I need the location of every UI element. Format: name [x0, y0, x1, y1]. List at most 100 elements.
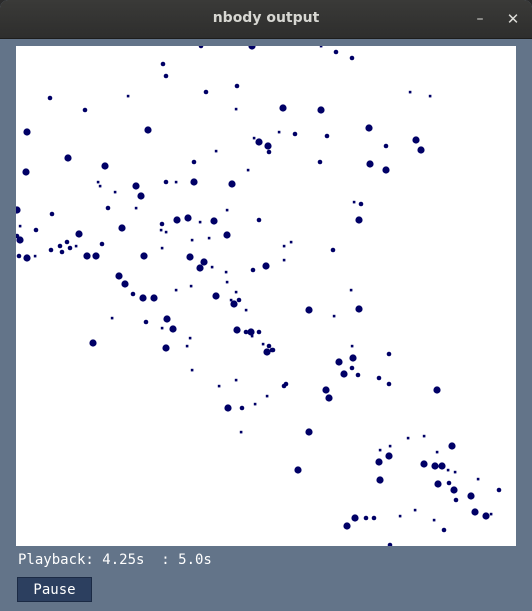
body-particle: [263, 348, 271, 356]
body-particle: [239, 405, 245, 411]
body-particle: [23, 128, 31, 136]
body-particle: [49, 211, 55, 217]
body-particle: [366, 160, 374, 168]
body-particle: [432, 518, 436, 522]
body-particle: [482, 512, 490, 520]
body-particle: [262, 262, 270, 270]
body-particle: [190, 368, 194, 372]
pause-button[interactable]: Pause: [17, 577, 92, 602]
body-particle: [246, 168, 250, 172]
body-particle: [413, 508, 417, 512]
body-particle: [59, 249, 65, 255]
body-particle: [322, 386, 330, 394]
body-particle: [406, 436, 410, 440]
body-particle: [305, 306, 313, 314]
body-particle: [234, 290, 238, 294]
body-particle: [164, 230, 168, 234]
body-particle: [383, 143, 389, 149]
body-particle: [228, 180, 236, 188]
body-particle: [174, 288, 178, 292]
body-particle: [217, 384, 221, 388]
body-particle: [382, 166, 390, 174]
body-particle: [47, 95, 53, 101]
body-particle: [376, 476, 384, 484]
app-window: nbody output – ✕ Playback: 4.25s : 5.0s …: [0, 0, 532, 611]
body-particle: [446, 480, 452, 486]
body-particle: [173, 216, 181, 224]
body-particle: [365, 124, 373, 132]
body-particle: [441, 527, 447, 533]
body-particle: [75, 230, 83, 238]
body-particle: [115, 272, 123, 280]
body-particle: [186, 253, 194, 261]
simulation-view: [16, 46, 502, 546]
body-particle: [99, 241, 105, 247]
body-particle: [335, 358, 343, 366]
body-particle: [282, 258, 286, 262]
body-particle: [247, 328, 255, 336]
body-particle: [169, 325, 177, 333]
body-particle: [234, 378, 238, 382]
body-particle: [433, 386, 441, 394]
body-particle: [317, 159, 323, 165]
close-icon[interactable]: ✕: [503, 9, 523, 29]
body-particle: [363, 515, 369, 521]
body-particle: [333, 49, 339, 55]
body-particle: [150, 294, 158, 302]
body-particle: [453, 497, 459, 503]
body-particle: [64, 154, 72, 162]
body-particle: [162, 344, 170, 352]
playback-status: Playback: 4.25s : 5.0s: [18, 552, 212, 568]
body-particle: [159, 221, 165, 227]
body-particle: [16, 236, 24, 244]
body-particle: [355, 216, 363, 224]
body-particle: [386, 381, 392, 387]
body-particle: [163, 179, 169, 185]
body-particle: [450, 486, 458, 494]
body-particle: [159, 228, 163, 232]
minimize-icon[interactable]: –: [470, 9, 490, 29]
body-particle: [234, 83, 240, 89]
body-particle: [190, 178, 198, 186]
body-particle: [349, 365, 355, 371]
body-particle: [250, 334, 254, 338]
body-particle: [250, 267, 256, 273]
body-particle: [224, 270, 228, 274]
body-particle: [190, 238, 194, 242]
body-particle: [244, 308, 248, 312]
title-bar[interactable]: nbody output – ✕: [0, 0, 532, 39]
body-particle: [144, 126, 152, 134]
body-particle: [349, 55, 355, 61]
body-particle: [352, 200, 356, 204]
body-particle: [188, 336, 192, 340]
body-particle: [292, 131, 298, 137]
body-particle: [496, 487, 502, 493]
body-particle: [185, 344, 189, 348]
body-particle: [160, 326, 164, 330]
body-particle: [110, 316, 114, 320]
body-particle: [92, 252, 100, 260]
body-particle: [239, 430, 243, 434]
body-particle: [174, 180, 178, 184]
body-particle: [448, 442, 456, 450]
body-particle: [210, 265, 214, 269]
body-particle: [143, 319, 149, 325]
body-particle: [375, 458, 383, 466]
body-particle: [435, 450, 439, 454]
body-particle: [33, 254, 37, 258]
body-particle: [471, 508, 479, 516]
body-particle: [48, 247, 54, 253]
body-particle: [417, 146, 425, 154]
body-particle: [467, 492, 475, 500]
body-particle: [98, 184, 102, 188]
body-particle: [230, 300, 238, 308]
body-particle: [191, 159, 197, 165]
body-particle: [422, 434, 426, 438]
body-particle: [305, 428, 313, 436]
body-particle: [160, 246, 164, 250]
body-particle: [33, 227, 39, 233]
body-particle: [434, 480, 442, 488]
body-particle: [236, 297, 242, 303]
body-particle: [253, 402, 257, 406]
simulation-canvas[interactable]: [16, 46, 516, 546]
